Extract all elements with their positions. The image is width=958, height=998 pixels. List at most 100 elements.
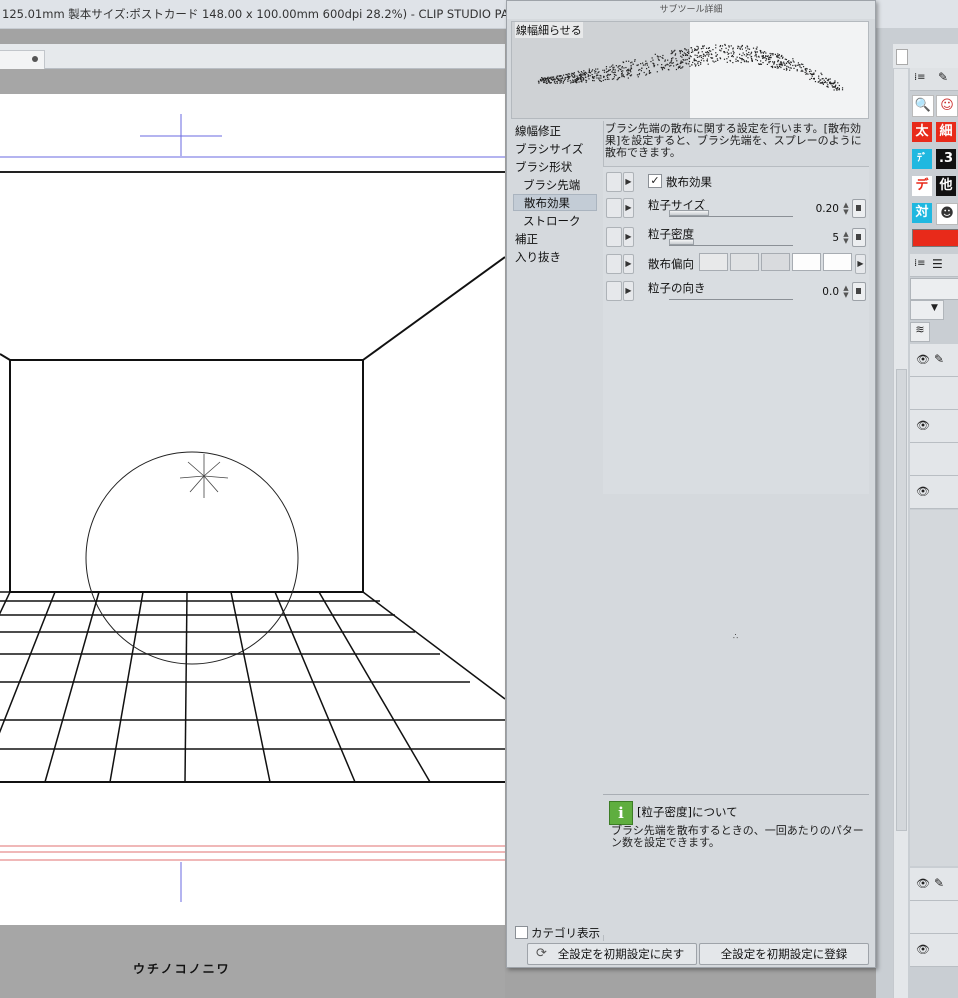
- bias-option[interactable]: [792, 253, 821, 271]
- layer-row[interactable]: [910, 443, 958, 476]
- layer-row[interactable]: 👁 ✎: [910, 868, 958, 901]
- brush-tip-preview: ∴: [603, 494, 869, 795]
- scatter-effect-checkbox[interactable]: ✓: [648, 174, 662, 188]
- bias-option[interactable]: [730, 253, 759, 271]
- layer-row[interactable]: 👁: [910, 934, 958, 967]
- category-item[interactable]: ブラシ形状: [515, 159, 572, 175]
- lock-toggle[interactable]: [606, 172, 622, 192]
- reset-all-button[interactable]: ⟳ 全設定を初期設定に戻す: [527, 943, 697, 965]
- spinner-icon[interactable]: ▲ ▼: [841, 231, 851, 245]
- info-body: ブラシ先端を散布するときの、一回あたりのパターン数を設定できます。: [611, 824, 864, 849]
- reset-all-label: 全設定を初期設定に戻す: [557, 947, 685, 961]
- expand-arrow-icon[interactable]: ▶: [623, 281, 634, 301]
- thick-brush-icon[interactable]: 太: [912, 122, 932, 142]
- settings-area: ▶ ✓ 散布効果 ▶ 粒子サイズ 0.20 ▲ ▼ ▶ 粒子密度 5 ▲ ▼ ▶ 散…: [603, 166, 869, 496]
- palette-menu-icon[interactable]: ⁞≡: [914, 258, 926, 269]
- category-item[interactable]: ブラシサイズ: [515, 141, 583, 157]
- expand-arrow-icon[interactable]: ▶: [623, 198, 634, 218]
- chevron-right-icon[interactable]: ▶: [855, 254, 866, 274]
- layer-stack-icon[interactable]: ≋: [910, 322, 930, 342]
- visibility-eye-icon[interactable]: 👁: [916, 485, 930, 498]
- category-description: ブラシ先端の散布に関する設定を行います。[散布効果]を設定すると、ブラシ先端を、…: [605, 122, 862, 159]
- canvas-drawing: [0, 114, 505, 902]
- spinner-icon[interactable]: ▲ ▼: [841, 285, 851, 299]
- register-all-button[interactable]: 全設定を初期設定に登録: [699, 943, 869, 965]
- setting-label: 散布偏向: [648, 257, 694, 271]
- layer-row[interactable]: 👁 ✎: [910, 344, 958, 377]
- zoom-tool-icon[interactable]: 🔍: [912, 95, 934, 117]
- canvas-paper[interactable]: ウチノコノニワ: [0, 94, 505, 976]
- brush-stroke-preview: 線幅細らせる: [511, 21, 869, 119]
- expand-arrow-icon[interactable]: ▶: [623, 227, 634, 247]
- expand-arrow-icon[interactable]: ▶: [623, 254, 634, 274]
- pen-edit-icon[interactable]: ✎: [934, 876, 944, 890]
- pressure-settings-button[interactable]: [852, 282, 866, 301]
- pen-tool-icon[interactable]: ✎: [938, 70, 948, 84]
- layer-list-empty: [910, 510, 958, 866]
- layer-row[interactable]: 👁: [910, 410, 958, 443]
- particle-density-slider[interactable]: [669, 239, 793, 246]
- setting-label: 散布効果: [666, 175, 712, 189]
- bias-option[interactable]: [761, 253, 790, 271]
- deco-brush-icon[interactable]: ﾃﾞ: [912, 149, 932, 169]
- character-face-icon[interactable]: ☻: [936, 203, 958, 225]
- reset-spinner-icon: ⟳: [536, 946, 547, 961]
- pen-edit-icon[interactable]: ✎: [934, 352, 944, 366]
- category-item[interactable]: ブラシ先端: [523, 177, 580, 193]
- main-color-swatch[interactable]: [912, 229, 958, 247]
- blend-mode-select[interactable]: [910, 278, 958, 300]
- pressure-settings-button[interactable]: [852, 228, 866, 247]
- setting-value[interactable]: 5: [832, 232, 839, 244]
- setting-row-scatter-bias: ▶ 散布偏向 ▶: [603, 251, 869, 277]
- category-item-selected[interactable]: 散布効果: [513, 194, 597, 211]
- bias-option[interactable]: [699, 253, 728, 271]
- layer-row[interactable]: [910, 377, 958, 410]
- palette-menu-icon[interactable]: ⁞≡: [914, 72, 926, 83]
- dot-three-icon[interactable]: .3: [936, 149, 956, 169]
- layers-icon[interactable]: ☰: [932, 257, 943, 271]
- lock-toggle[interactable]: [606, 227, 622, 247]
- category-list: 線幅修正 ブラシサイズ ブラシ形状 ブラシ先端 散布効果 ストローク 補正 入り…: [511, 121, 604, 941]
- layer-row[interactable]: [910, 901, 958, 934]
- category-display-toggle[interactable]: カテゴリ表示: [515, 925, 600, 941]
- other-tool-icon[interactable]: 他: [936, 176, 956, 196]
- layer-color-select[interactable]: ▼: [910, 300, 944, 320]
- category-item[interactable]: 入り抜き: [515, 249, 561, 265]
- pressure-settings-button[interactable]: [852, 199, 866, 218]
- dropdown-arrow-icon[interactable]: [896, 49, 908, 65]
- character-tool-icon[interactable]: ☺: [936, 95, 958, 117]
- category-item[interactable]: 補正: [515, 231, 538, 247]
- chevron-down-icon: ▼: [931, 303, 938, 313]
- category-display-checkbox[interactable]: [515, 926, 528, 939]
- deco-red-icon[interactable]: デ: [912, 176, 932, 196]
- setting-value[interactable]: 0.20: [816, 203, 839, 215]
- spinner-icon[interactable]: ▲ ▼: [841, 202, 851, 216]
- bias-option[interactable]: [823, 253, 852, 271]
- visibility-eye-icon[interactable]: 👁: [916, 353, 930, 366]
- info-title: [粒子密度]について: [637, 805, 738, 819]
- setting-row-particle-size: ▶ 粒子サイズ 0.20 ▲ ▼: [603, 195, 869, 221]
- lock-toggle[interactable]: [606, 281, 622, 301]
- lock-toggle[interactable]: [606, 198, 622, 218]
- panel-title[interactable]: サブツール詳細: [507, 1, 875, 19]
- tab-modified-dot-icon: [32, 56, 38, 62]
- visibility-eye-icon[interactable]: 👁: [916, 877, 930, 890]
- expand-arrow-icon[interactable]: ▶: [623, 172, 634, 192]
- layer-palette-header: ⁞≡ ☰: [910, 254, 958, 277]
- canvas-vertical-scrollbar[interactable]: [893, 69, 908, 998]
- page-caption: ウチノコノニワ: [133, 962, 231, 976]
- pair-tool-icon[interactable]: 対: [912, 203, 932, 223]
- thin-brush-icon[interactable]: 細: [936, 122, 956, 142]
- lock-toggle[interactable]: [606, 254, 622, 274]
- visibility-eye-icon[interactable]: 👁: [916, 943, 930, 956]
- layer-row[interactable]: 👁: [910, 476, 958, 509]
- tool-palette-header: ⁞≡ ✎: [910, 68, 958, 91]
- particle-size-slider[interactable]: [669, 210, 793, 217]
- canvas-tab[interactable]: [0, 50, 45, 70]
- category-item[interactable]: ストローク: [523, 213, 581, 229]
- setting-value[interactable]: 0.0: [822, 286, 839, 298]
- category-item[interactable]: 線幅修正: [515, 123, 561, 139]
- visibility-eye-icon[interactable]: 👁: [916, 419, 930, 432]
- particle-direction-slider[interactable]: [669, 293, 793, 300]
- scrollbar-thumb[interactable]: [896, 369, 907, 831]
